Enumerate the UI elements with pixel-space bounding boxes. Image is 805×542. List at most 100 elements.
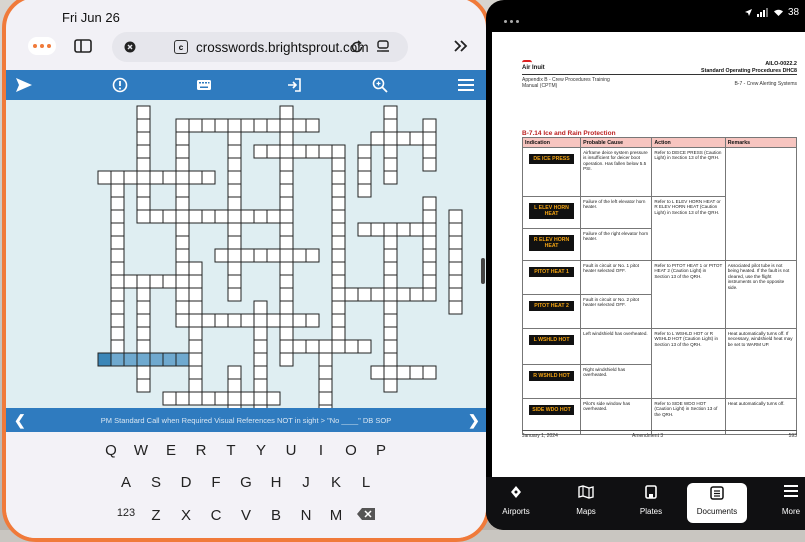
crossword-cell[interactable] xyxy=(292,144,307,159)
crossword-cell[interactable] xyxy=(279,131,294,146)
crossword-cell[interactable] xyxy=(422,365,437,380)
crossword-cell[interactable] xyxy=(253,144,268,159)
crossword-cell[interactable] xyxy=(383,300,398,315)
crossword-cell[interactable] xyxy=(422,209,437,224)
crossword-cell[interactable] xyxy=(266,248,281,263)
crossword-cell[interactable] xyxy=(136,144,151,159)
crossword-cell[interactable] xyxy=(253,326,268,341)
crossword-cell[interactable] xyxy=(175,300,190,315)
crossword-cell[interactable] xyxy=(279,183,294,198)
crossword-cell[interactable] xyxy=(175,157,190,172)
crossword-cell[interactable] xyxy=(240,118,255,133)
crossword-cell[interactable] xyxy=(188,209,203,224)
crossword-cell[interactable] xyxy=(227,209,242,224)
key-b[interactable]: B xyxy=(261,507,291,525)
crossword-cell[interactable] xyxy=(227,183,242,198)
prev-clue-icon[interactable]: ❮ xyxy=(14,408,26,432)
crossword-cell[interactable] xyxy=(383,170,398,185)
key-z[interactable]: Z xyxy=(141,507,171,525)
crossword-cell[interactable] xyxy=(227,313,242,328)
crossword-cell[interactable] xyxy=(136,170,151,185)
crossword-cell[interactable] xyxy=(175,352,190,367)
keyboard-icon[interactable] xyxy=(192,70,216,100)
crossword-cell[interactable] xyxy=(188,170,203,185)
crossword-cell[interactable] xyxy=(357,157,372,172)
crossword-cell[interactable] xyxy=(175,235,190,250)
crossword-cell[interactable] xyxy=(331,261,346,276)
crossword-cell[interactable] xyxy=(383,222,398,237)
crossword-cell[interactable] xyxy=(227,170,242,185)
crossword-cell[interactable] xyxy=(188,287,203,302)
crossword-cell[interactable] xyxy=(227,248,242,263)
crossword-cell[interactable] xyxy=(383,352,398,367)
crossword-cell[interactable] xyxy=(422,274,437,289)
crossword-cell[interactable] xyxy=(409,287,424,302)
crossword-cell[interactable] xyxy=(227,274,242,289)
key-l[interactable]: L xyxy=(351,474,381,491)
crossword-cell[interactable] xyxy=(110,352,125,367)
crossword-cell[interactable] xyxy=(383,378,398,393)
crossword-cell[interactable] xyxy=(357,183,372,198)
crossword-cell[interactable] xyxy=(331,313,346,328)
key-h[interactable]: H xyxy=(261,474,291,491)
crossword-cell[interactable] xyxy=(175,196,190,211)
crossword-cell[interactable] xyxy=(279,326,294,341)
crossword-cell[interactable] xyxy=(175,144,190,159)
crossword-cell[interactable] xyxy=(136,274,151,289)
crossword-cell[interactable] xyxy=(383,118,398,133)
crossword-cell[interactable] xyxy=(201,118,216,133)
crossword-cell[interactable] xyxy=(162,352,177,367)
crossword-cell[interactable] xyxy=(253,391,268,406)
crossword-cell[interactable] xyxy=(279,196,294,211)
menu-icon[interactable] xyxy=(454,70,478,100)
key-123[interactable]: 123 xyxy=(111,507,141,525)
crossword-cell[interactable] xyxy=(318,378,333,393)
crossword-cell[interactable] xyxy=(240,209,255,224)
crossword-cell[interactable] xyxy=(175,261,190,276)
key-m[interactable]: M xyxy=(321,507,351,525)
crossword-cell[interactable] xyxy=(344,339,359,354)
crossword-cell[interactable] xyxy=(318,339,333,354)
crossword-cell[interactable] xyxy=(331,222,346,237)
crossword-cell[interactable] xyxy=(422,144,437,159)
crossword-cell[interactable] xyxy=(279,339,294,354)
crossword-cell[interactable] xyxy=(136,105,151,120)
crossword-cell[interactable] xyxy=(175,287,190,302)
key-c[interactable]: C xyxy=(201,507,231,525)
tab-documents[interactable]: Documents xyxy=(687,483,747,523)
crossword-cell[interactable] xyxy=(227,144,242,159)
key-f[interactable]: F xyxy=(201,474,231,491)
key-e[interactable]: E xyxy=(156,442,186,459)
crossword-cell[interactable] xyxy=(136,313,151,328)
crossword-cell[interactable] xyxy=(292,339,307,354)
crossword-cell[interactable] xyxy=(253,209,268,224)
crossword-cell[interactable] xyxy=(331,300,346,315)
crossword-cell[interactable] xyxy=(357,339,372,354)
crossword-cell[interactable] xyxy=(175,248,190,263)
address-bar[interactable]: c crosswords.brightsprout.com xyxy=(112,32,408,62)
crossword-cell[interactable] xyxy=(227,131,242,146)
crossword-cell[interactable] xyxy=(448,222,463,237)
crossword-cell[interactable] xyxy=(136,287,151,302)
crossword-cell[interactable] xyxy=(422,235,437,250)
crossword-cell[interactable] xyxy=(396,131,411,146)
crossword-cell[interactable] xyxy=(292,248,307,263)
crossword-cell[interactable] xyxy=(162,170,177,185)
crossword-cell[interactable] xyxy=(253,118,268,133)
crossword-cell[interactable] xyxy=(279,105,294,120)
crossword-cell[interactable] xyxy=(110,235,125,250)
more-chevron-icon[interactable] xyxy=(450,36,472,56)
crossword-cell[interactable] xyxy=(201,209,216,224)
crossword-cell[interactable] xyxy=(136,157,151,172)
crossword-cell[interactable] xyxy=(383,144,398,159)
crossword-cell[interactable] xyxy=(123,352,138,367)
crossword-cell[interactable] xyxy=(383,313,398,328)
crossword-cell[interactable] xyxy=(344,287,359,302)
key-g[interactable]: G xyxy=(231,474,261,491)
backspace-icon[interactable] xyxy=(351,507,381,525)
crossword-cell[interactable] xyxy=(110,170,125,185)
tab-maps[interactable]: Maps xyxy=(556,477,616,530)
crossword-cell[interactable] xyxy=(201,170,216,185)
crossword-cell[interactable] xyxy=(305,144,320,159)
key-s[interactable]: S xyxy=(141,474,171,491)
